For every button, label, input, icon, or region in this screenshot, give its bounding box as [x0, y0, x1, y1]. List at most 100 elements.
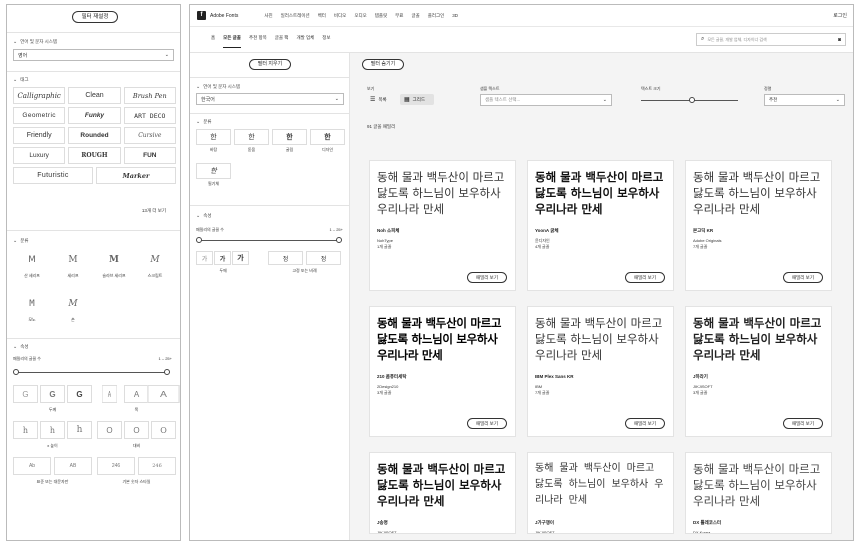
font-foundry[interactable]: 2Design210	[377, 384, 398, 389]
class-section-header[interactable]: ⌄ 분류	[13, 238, 28, 244]
tag-clean[interactable]: Clean	[68, 87, 121, 104]
slider-min-handle[interactable]	[196, 237, 202, 243]
font-foundry[interactable]: JIKJISOFT	[535, 530, 555, 533]
filter-reset-button[interactable]: 필터 재설정	[72, 11, 118, 23]
attribute-option[interactable]: h	[13, 421, 38, 439]
korean-class-item[interactable]: 한 굴림	[272, 129, 307, 153]
tag-futuristic[interactable]: Futuristic	[13, 167, 93, 184]
language-select[interactable]: 한국어 ⌄	[196, 93, 344, 105]
tag-cursive[interactable]: Cursive	[123, 127, 176, 144]
top-nav-link[interactable]: 벡터	[318, 13, 326, 19]
top-nav-link[interactable]: 일러스트레이션	[281, 13, 310, 19]
top-nav-link[interactable]: 비디오	[334, 13, 346, 19]
class-glyph[interactable]: M	[54, 293, 92, 314]
class-item[interactable]: M 산 세리프	[13, 249, 51, 279]
class-glyph[interactable]: M	[95, 249, 133, 270]
top-nav-link[interactable]: 템플릿	[375, 13, 387, 19]
tag-section-header[interactable]: ⌄ 태그	[13, 77, 28, 83]
tag-marker[interactable]: Marker	[96, 167, 176, 184]
font-family-card[interactable]: 동해 물과 백두산이 마르고 닳도록 하느님이 보우하사 우리나라 만세 J송명 J…	[369, 452, 516, 534]
font-family-name[interactable]: 본고딕 KR	[693, 228, 713, 234]
attribute-option[interactable]: 246	[138, 457, 176, 475]
class-glyph[interactable]: M	[13, 249, 51, 270]
korean-class-item[interactable]: 한 돋움	[234, 129, 269, 153]
attribute-option[interactable]: O	[97, 421, 122, 439]
font-sample-text[interactable]: 동해 물과 백두산이 마르고 닳도록 하느님이 보우하사 우리나라 만세	[377, 461, 511, 515]
class-glyph[interactable]: M	[13, 293, 51, 314]
class-item[interactable]: M손	[54, 293, 92, 323]
attributes-section-header[interactable]: ⌄ 속성	[13, 344, 28, 350]
font-foundry[interactable]: DX Korea	[693, 530, 710, 533]
font-family-card[interactable]: 동해 물과 백두산이 마르고 닳도록 하느님이 보우하사 우리나라 만세 Noh …	[369, 160, 516, 291]
hide-filters-button[interactable]: 필터 숨기기	[362, 59, 404, 70]
tab-3[interactable]: 글꼴 팩	[275, 35, 289, 48]
weight-option[interactable]: 가	[214, 251, 231, 265]
class-section-header[interactable]: ⌄ 분류	[196, 119, 211, 125]
attribute-option[interactable]: G	[13, 385, 38, 403]
tag-rough[interactable]: ROUGH	[68, 147, 121, 164]
tag-luxury[interactable]: Luxury	[13, 147, 66, 164]
class-glyph[interactable]: M	[54, 249, 92, 270]
korean-class-item[interactable]: 한 디자인	[310, 129, 345, 153]
korean-class-glyph[interactable]: 한	[272, 129, 307, 145]
top-nav-link[interactable]: 오디오	[354, 13, 366, 19]
weight-option[interactable]: 가	[196, 251, 213, 265]
font-sample-text[interactable]: 동해 물과 백두산이 마르고 닳도록 하느님이 보우하사 우리나라 만세	[535, 315, 669, 369]
font-foundry[interactable]: JIKJISOFT	[693, 384, 713, 389]
view-family-button[interactable]: 패밀리 보기	[625, 272, 665, 283]
view-family-button[interactable]: 패밀리 보기	[467, 272, 507, 283]
font-search-box[interactable]: ⌕ 모든 글꼴, 개발 업체, 디자이너 검색 ◙	[696, 33, 846, 46]
font-family-name[interactable]: IBM Plex Sans KR	[535, 374, 574, 379]
font-family-card[interactable]: 동해 물과 백두산이 마르고 닳도록 하느님이 보우하사 우리나라 만세 Yoon…	[527, 160, 674, 291]
font-family-name[interactable]: YoonA 굵체	[535, 228, 559, 234]
font-family-card[interactable]: 동해 물과 백두산이 마르고 닳도록 하느님이 보우하사 우리나라 만세 210 …	[369, 306, 516, 437]
attributes-section-header[interactable]: ⌄ 속성	[196, 213, 211, 219]
font-foundry[interactable]: NohType	[377, 238, 393, 243]
korean-class-glyph[interactable]: 한	[196, 129, 231, 145]
top-nav-link[interactable]: 플러그인	[428, 13, 445, 19]
font-family-card[interactable]: 동해 물과 백두산이 마르고 닳도록 하느님이 보우하사 우리나라 만세본고딕 …	[685, 160, 832, 291]
attribute-option[interactable]: G	[40, 385, 65, 403]
attribute-option[interactable]: h	[67, 421, 92, 439]
attribute-option[interactable]: Ab	[13, 457, 51, 475]
top-nav-link[interactable]: 무료	[395, 13, 403, 19]
tag-friendly[interactable]: Friendly	[13, 127, 66, 144]
font-sample-text[interactable]: 동해 물과 백두산이 마르고 닳도록 하느님이 보우하사 우리나라 만세	[693, 169, 827, 223]
korean-class-glyph[interactable]: 한	[234, 129, 269, 145]
tag-art-deco[interactable]: ART DECO	[123, 107, 176, 124]
class-item[interactable]: M 슬라브 세리프	[95, 249, 133, 279]
class-item[interactable]: M 세리프	[54, 249, 92, 279]
language-section-header[interactable]: ⌄ 언어 및 문자 시스템	[196, 84, 240, 90]
font-family-name[interactable]: DX 틀레코스터	[693, 520, 721, 526]
font-family-card[interactable]: 동해 물과 백두산이 마르고 닳도록 하느님이 보우하사 우리나라 만세 IBM …	[527, 306, 674, 437]
sample-text-select[interactable]: 샘플 텍스트 선택... ⌄	[480, 94, 612, 106]
more-tags-link[interactable]: 13개 더 보기	[142, 208, 166, 214]
tag-fun[interactable]: FUN	[123, 147, 176, 164]
font-sample-text[interactable]: 동해 물과 백두산이 마르고 닳도록 하느님이 보우하사 우리나라 만세	[693, 315, 827, 369]
font-family-name[interactable]: 210 콤퓨터세탁	[377, 374, 406, 380]
tag-calligraphic[interactable]: Calligraphic	[13, 87, 66, 104]
width-option[interactable]: 정	[306, 251, 341, 265]
attribute-option[interactable]: A	[124, 385, 149, 403]
tab-4[interactable]: 개발 업체	[296, 35, 314, 48]
font-family-name[interactable]: J하라기	[693, 374, 708, 380]
weight-option[interactable]: 가	[232, 251, 249, 265]
filter-clear-button[interactable]: 필터 지우기	[249, 59, 291, 70]
class-item[interactable]: M 스크립트	[136, 249, 174, 279]
tab-5[interactable]: 정보	[322, 35, 330, 48]
font-sample-text[interactable]: 동해 물과 백두산이 마르고 닳도록 하느님이 보우하사 우리나라 만세	[693, 461, 827, 515]
font-sample-text[interactable]: 동해 물과 백두산이 마르고 닳도록 하느님이 보우하사 우리나라 만세	[377, 315, 511, 369]
login-link[interactable]: 로그인	[833, 12, 847, 19]
attribute-option[interactable]: AB	[54, 457, 92, 475]
attribute-option[interactable]: 246	[97, 457, 135, 475]
attribute-option[interactable]: A	[102, 385, 117, 403]
camera-icon[interactable]: ◙	[838, 37, 841, 43]
class-item[interactable]: M 모노	[13, 293, 51, 323]
adobe-logo-icon[interactable]: f	[197, 11, 206, 20]
view-grid-button[interactable]: ▦ 그리드	[400, 94, 434, 105]
attribute-option[interactable]: O	[124, 421, 149, 439]
family-count-slider[interactable]	[17, 372, 169, 373]
sort-select[interactable]: 추천 ⌄	[764, 94, 845, 106]
font-foundry[interactable]: JIKJISOFT	[377, 530, 397, 533]
korean-class-item[interactable]: 한 바탕	[196, 129, 231, 153]
